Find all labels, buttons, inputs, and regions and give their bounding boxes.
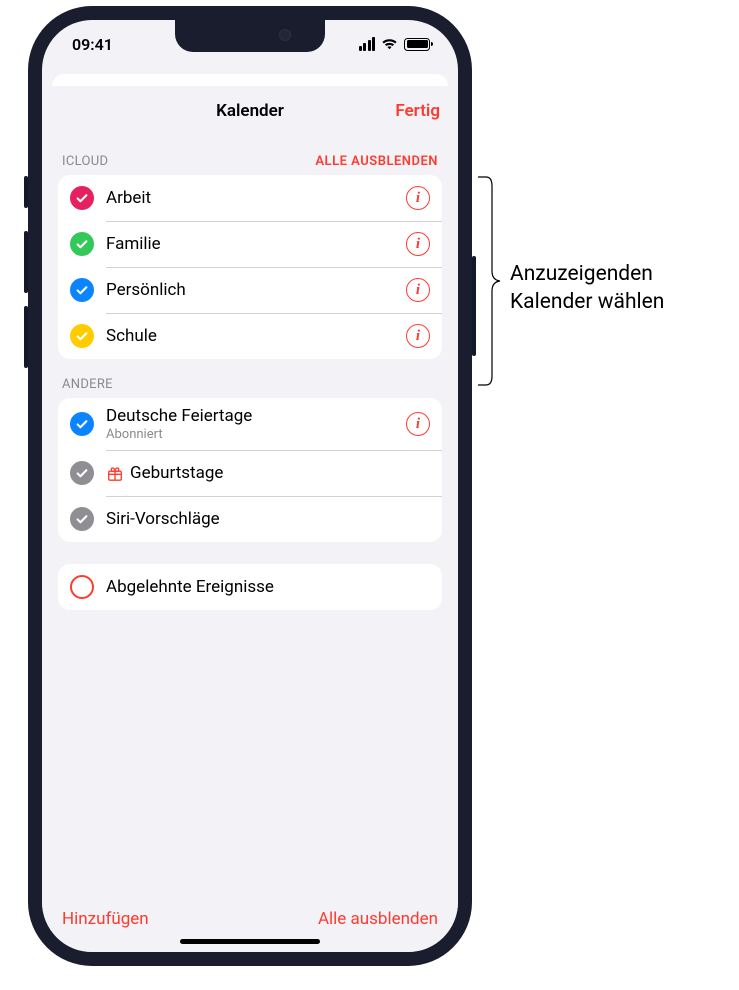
callout-line1: Anzuzeigenden [510, 260, 664, 288]
info-button[interactable]: i [406, 412, 430, 436]
callout-line2: Kalender wählen [510, 288, 664, 316]
sheet-title: Kalender [216, 101, 284, 121]
calendar-sublabel: Abonniert [106, 427, 406, 442]
calendar-label: Geburtstage [106, 463, 430, 483]
declined-group: Abgelehnte Ereignisse [58, 564, 442, 610]
calendar-label-text: Geburtstage [130, 463, 223, 483]
checkmark-icon[interactable] [70, 507, 94, 531]
section-header-label: ANDERE [62, 377, 113, 392]
callout-bracket [478, 176, 502, 386]
calendar-row-arbeit[interactable]: Arbeit i [58, 175, 442, 221]
section-header-icloud: ICLOUD ALLE AUSBLENDEN [58, 136, 442, 175]
calendar-label: Deutsche Feiertage [106, 406, 406, 426]
declined-label: Abgelehnte Ereignisse [106, 577, 430, 597]
checkmark-icon[interactable] [70, 278, 94, 302]
home-indicator[interactable] [180, 939, 320, 944]
notch [175, 20, 325, 52]
status-icons [359, 37, 431, 51]
hide-all-bottom-button[interactable]: Alle ausblenden [318, 909, 438, 929]
sheet-header: Kalender Fertig [42, 86, 458, 136]
calendar-row-geburtstage[interactable]: Geburtstage [58, 450, 442, 496]
checkmark-icon[interactable] [70, 324, 94, 348]
section-header-label: ICLOUD [62, 154, 108, 169]
volume-up-button [24, 231, 28, 293]
calendar-label: Persönlich [106, 280, 406, 300]
front-camera [279, 29, 291, 41]
hide-all-icloud-button[interactable]: ALLE AUSBLENDEN [315, 154, 438, 169]
mute-switch [24, 176, 28, 208]
power-button [472, 256, 476, 356]
calendar-row-siri[interactable]: Siri-Vorschläge [58, 496, 442, 542]
other-calendar-group: Deutsche Feiertage Abonniert i [58, 398, 442, 542]
done-button[interactable]: Fertig [395, 86, 440, 135]
info-button[interactable]: i [406, 232, 430, 256]
sheet-content: ICLOUD ALLE AUSBLENDEN Arbeit i [42, 136, 458, 896]
declined-events-row[interactable]: Abgelehnte Ereignisse [58, 564, 442, 610]
info-button[interactable]: i [406, 324, 430, 348]
checkmark-icon[interactable] [70, 186, 94, 210]
checkmark-icon[interactable] [70, 232, 94, 256]
calendar-row-persoenlich[interactable]: Persönlich i [58, 267, 442, 313]
phone-screen: 09:41 Kalender Fertig [42, 20, 458, 952]
calendar-row-schule[interactable]: Schule i [58, 313, 442, 359]
phone-frame: 09:41 Kalender Fertig [28, 6, 472, 966]
info-button[interactable]: i [406, 186, 430, 210]
calendar-row-familie[interactable]: Familie i [58, 221, 442, 267]
section-header-other: ANDERE [58, 359, 442, 398]
checkmark-icon[interactable] [70, 461, 94, 485]
calendars-sheet: Kalender Fertig ICLOUD ALLE AUSBLENDEN A… [42, 86, 458, 952]
cellular-signal-icon [359, 37, 376, 51]
wifi-icon [381, 37, 398, 51]
icloud-calendar-group: Arbeit i Familie i Persö [58, 175, 442, 359]
info-button[interactable]: i [406, 278, 430, 302]
checkmark-icon[interactable] [70, 412, 94, 436]
volume-down-button [24, 306, 28, 368]
calendar-row-feiertage[interactable]: Deutsche Feiertage Abonniert i [58, 398, 442, 450]
add-calendar-button[interactable]: Hinzufügen [62, 909, 149, 929]
battery-icon [404, 38, 430, 51]
unchecked-circle-icon[interactable] [70, 575, 94, 599]
gift-icon [106, 464, 124, 482]
status-time: 09:41 [72, 35, 113, 54]
calendar-label: Schule [106, 326, 406, 346]
calendar-label: Siri-Vorschläge [106, 509, 430, 529]
callout-annotation: Anzuzeigenden Kalender wählen [510, 260, 664, 317]
calendar-label: Familie [106, 234, 406, 254]
calendar-label: Arbeit [106, 188, 406, 208]
